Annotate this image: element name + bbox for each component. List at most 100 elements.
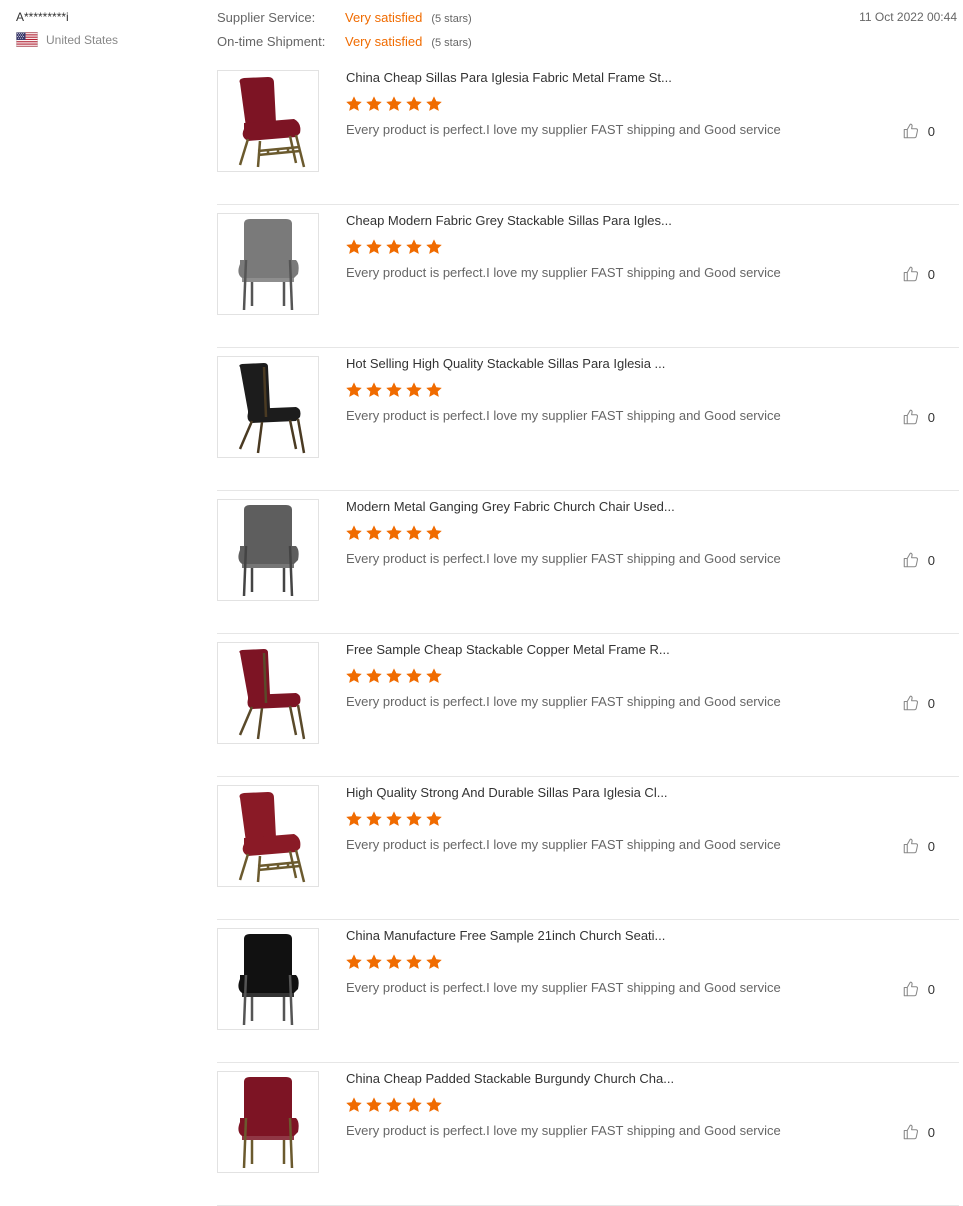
star-icon	[386, 239, 402, 254]
thumbs-up-icon	[903, 123, 918, 139]
star-icon	[406, 239, 422, 254]
product-title[interactable]: Hot Selling High Quality Stackable Silla…	[346, 356, 665, 371]
reviewer-country-name: United States	[46, 32, 119, 47]
star-icon	[366, 954, 382, 969]
product-rating-stars	[345, 381, 443, 399]
product-review-item: Hot Selling High Quality Stackable Silla…	[217, 348, 959, 491]
like-count: 0	[927, 552, 935, 568]
star-icon	[386, 1097, 402, 1112]
product-thumbnail[interactable]	[217, 928, 319, 1030]
review-comment: Every product is perfect.I love my suppl…	[346, 265, 781, 280]
star-icon	[366, 96, 382, 111]
thumbs-up-icon	[903, 1124, 918, 1140]
like-button[interactable]: 0	[902, 551, 935, 569]
star-icon	[426, 954, 442, 969]
product-thumbnail[interactable]	[217, 356, 319, 458]
product-thumbnail[interactable]	[217, 642, 319, 744]
reviewer-name: A*********i	[16, 10, 69, 24]
product-title[interactable]: High Quality Strong And Durable Sillas P…	[346, 785, 668, 800]
review-comment: Every product is perfect.I love my suppl…	[346, 551, 781, 566]
star-icon	[426, 1097, 442, 1112]
product-review-item: Free Sample Cheap Stackable Copper Metal…	[217, 634, 959, 777]
product-thumbnail[interactable]	[217, 213, 319, 315]
like-count: 0	[927, 695, 935, 711]
star-icon	[426, 96, 442, 111]
star-icon	[346, 96, 362, 111]
product-review-item: China Manufacture Free Sample 21inch Chu…	[217, 920, 959, 1063]
chair-image	[238, 649, 306, 740]
chair-image	[238, 505, 299, 597]
star-icon	[346, 954, 362, 969]
like-button[interactable]: 0	[902, 1123, 935, 1141]
rating-label: Supplier Service:	[217, 10, 316, 25]
star-icon	[426, 525, 442, 540]
star-icon	[426, 382, 442, 397]
star-icon	[406, 525, 422, 540]
like-button[interactable]: 0	[902, 694, 935, 712]
review-comment: Every product is perfect.I love my suppl…	[346, 122, 781, 137]
star-icon	[386, 382, 402, 397]
product-thumbnail[interactable]	[217, 1071, 319, 1173]
rating-label: On-time Shipment:	[217, 34, 326, 49]
product-title[interactable]: Modern Metal Ganging Grey Fabric Church …	[346, 499, 675, 514]
review-comment: Every product is perfect.I love my suppl…	[346, 1123, 781, 1138]
like-button[interactable]: 0	[902, 408, 935, 426]
rating-value: Very satisfied	[345, 10, 423, 25]
product-title[interactable]: Cheap Modern Fabric Grey Stackable Silla…	[346, 213, 672, 228]
star-icon	[406, 382, 422, 397]
product-rating-stars	[345, 95, 443, 113]
like-button[interactable]: 0	[902, 122, 935, 140]
like-count: 0	[927, 266, 935, 282]
star-icon	[406, 96, 422, 111]
star-icon	[406, 668, 422, 683]
us-flag-icon	[16, 32, 38, 47]
thumbs-up-icon	[903, 266, 918, 282]
product-thumbnail[interactable]	[217, 70, 319, 172]
product-title[interactable]: China Manufacture Free Sample 21inch Chu…	[346, 928, 665, 943]
product-thumbnail[interactable]	[217, 499, 319, 601]
review-comment: Every product is perfect.I love my suppl…	[346, 980, 781, 995]
reviewer-info: A*********i United States	[16, 10, 118, 47]
like-button[interactable]: 0	[902, 265, 935, 283]
like-button[interactable]: 0	[902, 980, 935, 998]
rating-stars-text: (5 stars)	[431, 13, 472, 25]
product-title[interactable]: Free Sample Cheap Stackable Copper Metal…	[346, 642, 670, 657]
star-icon	[346, 668, 362, 683]
like-button[interactable]: 0	[902, 837, 935, 855]
product-rating-stars	[345, 238, 443, 256]
star-icon	[426, 668, 442, 683]
thumbs-up-icon	[903, 552, 918, 568]
chair-image	[238, 363, 306, 454]
star-icon	[406, 811, 422, 826]
star-icon	[426, 239, 442, 254]
chair-image	[238, 1077, 299, 1169]
product-rating-stars	[345, 1096, 443, 1114]
star-icon	[366, 239, 382, 254]
star-icon	[346, 1097, 362, 1112]
review-date: 11 Oct 2022 00:44	[859, 10, 957, 24]
rating-stars-text: (5 stars)	[431, 37, 472, 49]
star-icon	[426, 811, 442, 826]
star-icon	[366, 525, 382, 540]
star-icon	[346, 811, 362, 826]
star-icon	[406, 954, 422, 969]
chair-image	[238, 792, 306, 883]
product-review-list: China Cheap Sillas Para Iglesia Fabric M…	[217, 62, 959, 1206]
product-title[interactable]: China Cheap Sillas Para Iglesia Fabric M…	[346, 70, 672, 85]
like-count: 0	[927, 123, 935, 139]
star-icon	[406, 1097, 422, 1112]
product-review-item: High Quality Strong And Durable Sillas P…	[217, 777, 959, 920]
like-count: 0	[927, 409, 935, 425]
product-thumbnail[interactable]	[217, 785, 319, 887]
product-rating-stars	[345, 667, 443, 685]
product-rating-stars	[345, 953, 443, 971]
product-title[interactable]: China Cheap Padded Stackable Burgundy Ch…	[346, 1071, 674, 1086]
product-rating-stars	[345, 810, 443, 828]
star-icon	[386, 954, 402, 969]
rating-supplier-service: Supplier Service: Very satisfied (5 star…	[217, 10, 472, 34]
star-icon	[366, 811, 382, 826]
rating-value: Very satisfied	[345, 34, 423, 49]
like-count: 0	[927, 1124, 935, 1140]
star-icon	[386, 668, 402, 683]
star-icon	[386, 96, 402, 111]
